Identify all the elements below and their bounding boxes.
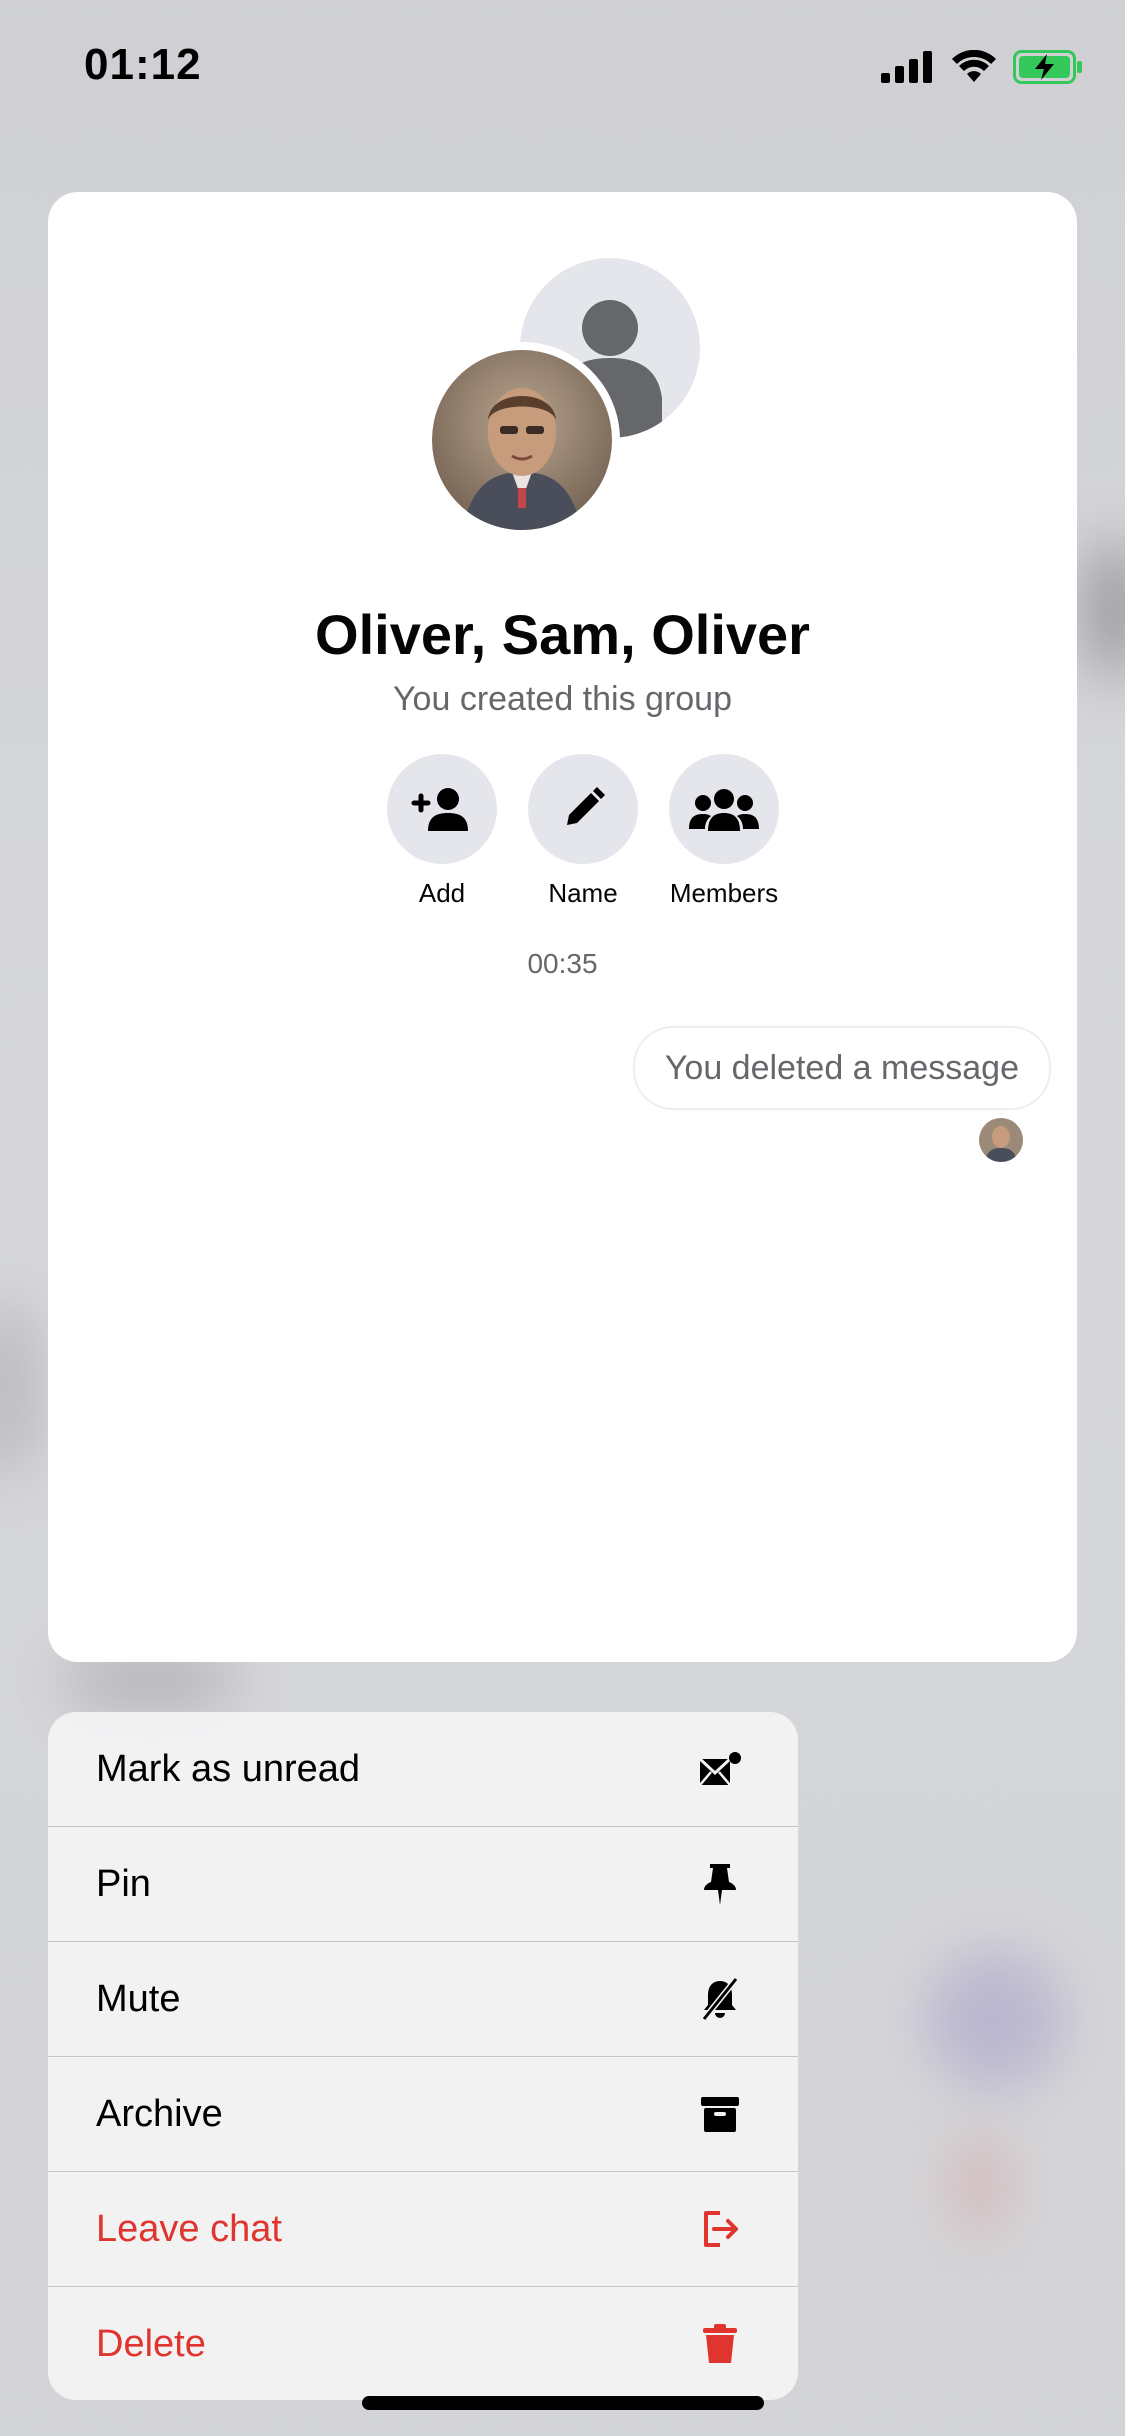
add-member-button[interactable]: Add (362, 754, 522, 909)
menu-item-label: Leave chat (96, 2207, 282, 2250)
message-timestamp: 00:35 (527, 948, 598, 979)
menu-item-label: Pin (96, 1862, 151, 1905)
menu-item-leave-chat[interactable]: Leave chat (48, 2172, 798, 2287)
group-title: Oliver, Sam, Oliver (315, 603, 810, 666)
menu-item-label: Mark as unread (96, 1747, 361, 1790)
members-label: Members (669, 878, 779, 908)
seen-by-avatar (979, 1118, 1023, 1162)
chat-preview-card[interactable]: Oliver, Sam, Oliver You created this gro… (48, 192, 1077, 1662)
menu-item-mute[interactable]: Mute (48, 1942, 798, 2057)
envelope-dot-icon (698, 1747, 742, 1791)
background-blur (925, 1950, 1065, 2090)
name-group-label: Name (548, 878, 618, 908)
add-person-icon (411, 788, 468, 831)
menu-item-label: Delete (96, 2322, 206, 2365)
pencil-icon (567, 787, 605, 825)
menu-item-label: Archive (96, 2092, 223, 2135)
group-member-avatar (424, 342, 620, 538)
cellular-signal-icon (881, 51, 932, 83)
bell-slash-icon (698, 1977, 742, 2021)
archive-box-icon (698, 2092, 742, 2136)
background-blur (1085, 540, 1125, 680)
name-group-button[interactable]: Name (503, 754, 663, 909)
pin-icon (698, 1862, 742, 1906)
background-blur (0, 1300, 40, 1480)
menu-item-pin[interactable]: Pin (48, 1827, 798, 1942)
wifi-icon (952, 50, 996, 82)
status-time: 01:12 (84, 40, 202, 89)
background-blur (945, 2130, 1015, 2240)
menu-item-mark-unread[interactable]: Mark as unread (48, 1712, 798, 1827)
battery-charging-icon (1013, 50, 1082, 84)
deleted-message-bubble[interactable]: You deleted a message (632, 1026, 1051, 1110)
home-indicator[interactable] (362, 2396, 764, 2410)
group-icon (689, 789, 759, 831)
group-subtitle: You created this group (393, 680, 732, 718)
add-member-label: Add (418, 878, 466, 908)
context-menu: Mark as unread Pin Mute Archive Leave ch… (48, 1712, 798, 2400)
avatar-photo (432, 350, 612, 530)
status-icons (881, 50, 1083, 84)
members-button[interactable]: Members (644, 754, 804, 909)
leave-arrow-icon (698, 2207, 742, 2251)
menu-item-archive[interactable]: Archive (48, 2057, 798, 2172)
menu-item-delete[interactable]: Delete (48, 2287, 798, 2400)
trash-icon (698, 2322, 742, 2366)
status-bar: 01:12 (0, 0, 1125, 140)
menu-item-label: Mute (96, 1977, 181, 2020)
